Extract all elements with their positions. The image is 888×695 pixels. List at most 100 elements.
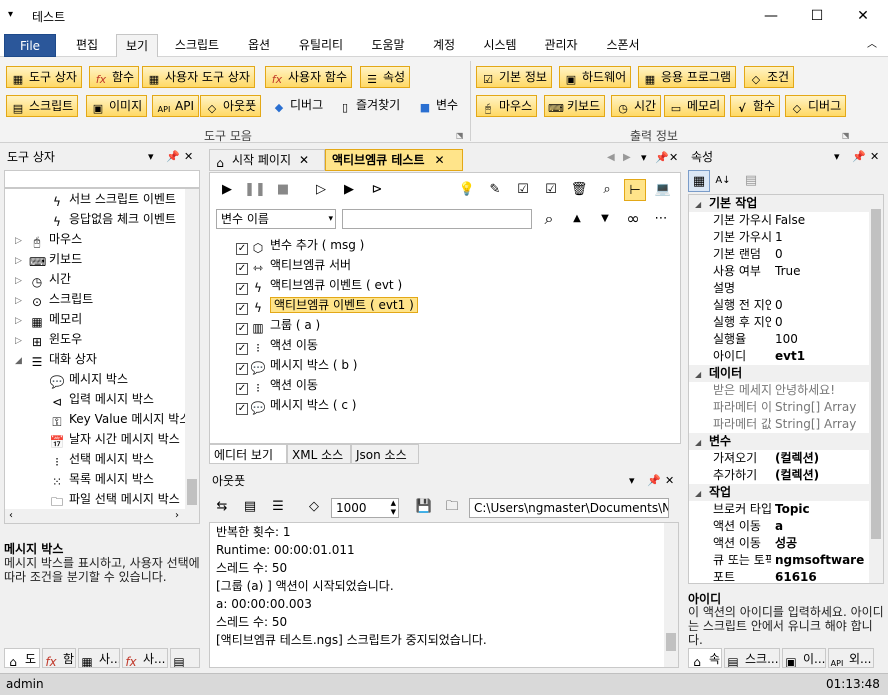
tab-script-list[interactable]: ▤ [170, 648, 200, 668]
checkbox[interactable]: ✓ [236, 263, 248, 275]
tree-item[interactable]: ⚿ Key Value 메시지 박스 [49, 409, 190, 429]
search-input[interactable] [342, 209, 532, 229]
basic-info-button[interactable]: ☑ 기본 정보 [476, 66, 552, 88]
script-tree-item[interactable]: ✓ ⇿ 액티브엠큐 서버 [236, 255, 351, 275]
property-row[interactable]: 큐 또는 토픽 ngmsoftware [689, 552, 869, 569]
property-row[interactable]: 아이디 evt1 [689, 348, 869, 365]
tree-item-keyboard[interactable]: ▷ ⌨ 키보드 [15, 249, 82, 269]
tab-help[interactable]: 도움말 [360, 34, 416, 57]
condition-button[interactable]: ◇ 조건 [744, 66, 795, 88]
application-button[interactable]: ▦ 응용 프로그램 [638, 66, 737, 88]
minimize-button[interactable]: — [748, 0, 794, 32]
property-value[interactable]: 안녕하세요! [775, 382, 867, 399]
run-selected-icon[interactable]: ▶ [338, 179, 360, 201]
property-category[interactable]: ◢ 변수 [689, 433, 869, 450]
tab-activemq-test[interactable]: 액티브엠큐 테스트 ✕ [325, 149, 463, 171]
property-row[interactable]: 기본 가우시안 False [689, 212, 869, 229]
tree-item[interactable]: 🗀 파일 선택 메시지 박스 [49, 489, 180, 509]
favorites-button[interactable]: ▯ 즐겨찾기 [334, 95, 400, 117]
delete-icon[interactable]: 🗑 [568, 179, 590, 201]
collapse-icon[interactable]: ◢ [15, 351, 25, 371]
property-category[interactable]: ◢ 작업 [689, 484, 869, 501]
toolbox-search-input[interactable] [4, 170, 200, 188]
tab-user-function[interactable]: fx 사... [122, 648, 168, 668]
tab-utility[interactable]: 유틸리티 [288, 34, 354, 57]
property-row[interactable]: 실행 전 지연 0 [689, 297, 869, 314]
collapse-icon[interactable]: ◢ [689, 196, 709, 213]
tree-item[interactable]: ϟ 응답없음 체크 이벤트 [49, 209, 176, 229]
script-tree-item-selected[interactable]: ✓ ϟ 액티브엠큐 이벤트 ( evt1 ) [236, 295, 418, 315]
run-from-icon[interactable]: ▷ [310, 179, 332, 201]
property-row[interactable]: 액션 이동 a [689, 518, 869, 535]
tree-item-time[interactable]: ▷ ◷ 시간 [15, 269, 71, 289]
horizontal-scrollbar[interactable]: ‹ › [5, 509, 199, 523]
run-step-icon[interactable]: ⊳ [366, 179, 388, 201]
infinity-icon[interactable]: ∞ [622, 208, 644, 230]
next-icon[interactable]: ▼ [594, 208, 616, 230]
search-icon[interactable]: ⌕ [596, 179, 618, 201]
tree-item-memory[interactable]: ▷ ▦ 메모리 [15, 309, 82, 329]
check-icon[interactable]: ☑ [540, 179, 562, 201]
system-menu-icon[interactable]: ▾ [8, 9, 13, 20]
dropdown-icon[interactable]: ▾ [148, 146, 154, 168]
laptop-icon[interactable]: 💻 [652, 179, 674, 201]
tab-script[interactable]: 스크립트 [162, 34, 232, 57]
pin-icon[interactable]: 📌 [852, 146, 866, 168]
output-path-field[interactable]: C:\Users\ngmaster\Documents\NGM [469, 498, 669, 518]
script-tree-item[interactable]: ✓ ⁝ 액션 이동 [236, 335, 318, 355]
script-button[interactable]: ▤ 스크립트 [6, 95, 79, 117]
properties-button[interactable]: ☰ 속성 [360, 66, 411, 88]
property-pages-icon[interactable]: ▤ [740, 170, 762, 192]
scroll-thumb[interactable] [666, 633, 676, 651]
property-value[interactable]: String[] Array [775, 416, 867, 433]
tab-account[interactable]: 계정 [422, 34, 466, 57]
script-tree-item[interactable]: ✓ ⁝ 액션 이동 [236, 375, 318, 395]
property-row[interactable]: 받은 메세지 안녕하세요! [689, 382, 869, 399]
tree-item-window[interactable]: ▷ ⊞ 윈도우 [15, 329, 82, 349]
script-tree-item[interactable]: ✓ 💬 메시지 박스 ( b ) [236, 355, 357, 375]
toolbox-button[interactable]: ▦ 도구 상자 [6, 66, 82, 88]
close-tab-icon[interactable]: ✕ [435, 153, 445, 167]
property-row[interactable]: 사용 여부 True [689, 263, 869, 280]
tab-admin[interactable]: 관리자 [534, 34, 588, 57]
close-icon[interactable]: ✕ [184, 146, 193, 168]
close-tab-icon[interactable]: ✕ [299, 153, 309, 167]
expand-icon[interactable]: ▷ [15, 311, 25, 331]
previous-icon[interactable]: ▲ [566, 208, 588, 230]
property-row[interactable]: 기본 가우시안 범위 1 [689, 229, 869, 246]
stop-icon[interactable]: ■ [272, 179, 294, 201]
checkbox[interactable]: ✓ [236, 283, 248, 295]
property-value[interactable]: 100 [775, 331, 867, 348]
pin-icon[interactable]: 📌 [166, 146, 180, 168]
property-value[interactable]: (컬렉션) [775, 450, 867, 467]
tab-edit[interactable]: 편집 [62, 34, 112, 57]
property-value[interactable]: False [775, 212, 867, 229]
lightbulb-icon[interactable]: 💡 [456, 179, 478, 201]
pin-icon[interactable]: 📌 [647, 470, 661, 492]
expand-icon[interactable]: ▷ [15, 271, 25, 291]
keyboard-button[interactable]: ⌨ 키보드 [544, 95, 606, 117]
tree-item[interactable]: ϟ 서브 스크립트 이벤트 [49, 189, 176, 209]
close-icon[interactable]: ✕ [665, 470, 674, 492]
function2-button[interactable]: √ 함수 [730, 95, 781, 117]
property-row[interactable]: 파라메터 이름 String[] Array [689, 399, 869, 416]
property-row[interactable]: 추가하기 (컬렉션) [689, 467, 869, 484]
property-row[interactable]: 실행율 100 [689, 331, 869, 348]
tree-item[interactable]: ⊲ 입력 메시지 박스 [49, 389, 154, 409]
property-value[interactable]: String[] Array [775, 399, 867, 416]
property-value[interactable]: True [775, 263, 867, 280]
list-icon[interactable]: ☰ [267, 496, 289, 518]
mouse-button[interactable]: 🖰 마우스 [476, 95, 538, 117]
tree-item-script[interactable]: ▷ ⊙ 스크립트 [15, 289, 93, 309]
vertical-scrollbar[interactable] [185, 189, 199, 509]
property-value[interactable]: 0 [775, 246, 867, 263]
edit-icon[interactable]: ✎ [484, 179, 506, 201]
tree-item[interactable]: 📅 날자 시간 메시지 박스 [49, 429, 180, 449]
memory-button[interactable]: ▭ 메모리 [664, 95, 726, 117]
expand-icon[interactable]: ▷ [15, 331, 25, 351]
save-icon[interactable]: 💾 [413, 496, 435, 518]
check-all-icon[interactable]: ☑ [512, 179, 534, 201]
tab-editor-view[interactable]: 에디터 보기 [209, 444, 287, 464]
maximize-button[interactable]: ☐ [794, 0, 840, 32]
property-category[interactable]: ◢ 데이터 [689, 365, 869, 382]
